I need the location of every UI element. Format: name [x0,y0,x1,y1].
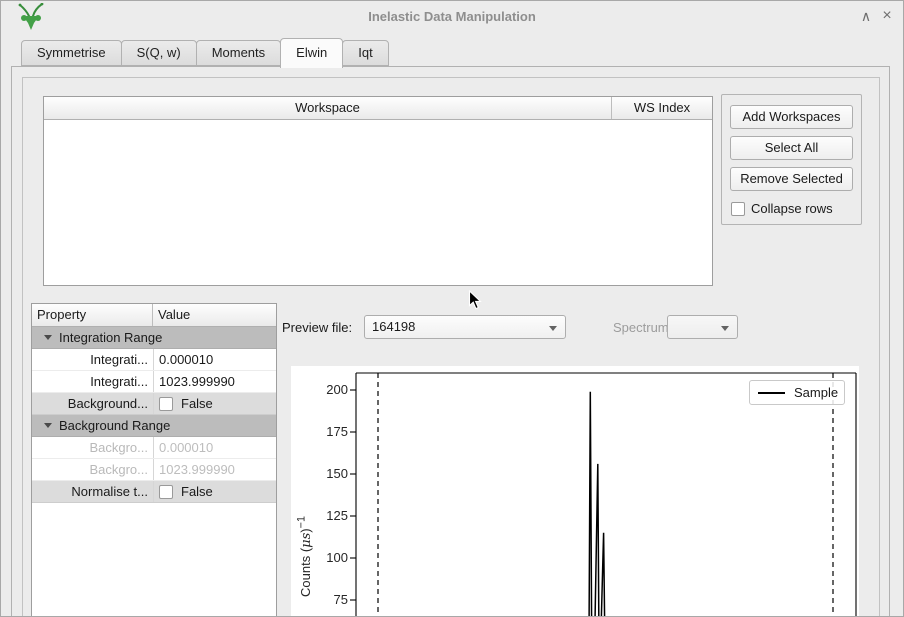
column-header-value: Value [153,304,276,326]
property-group-label: Background Range [59,415,170,436]
property-row[interactable]: Backgro...0.000010 [32,437,276,459]
y-tick-label: 200 [310,382,348,397]
tab-bar: SymmetriseS(Q, w)MomentsElwinIqt [21,39,388,66]
collapse-rows-checkbox[interactable] [731,202,745,216]
y-tick-label: 75 [310,592,348,607]
column-header-ws-index[interactable]: WS Index [612,97,712,119]
tab-moments[interactable]: Moments [196,40,281,66]
app-window: Inelastic Data Manipulation ∧ × Symmetri… [0,0,904,617]
property-value[interactable]: 1023.999990 [153,371,276,392]
tab-symmetrise[interactable]: Symmetrise [21,40,122,66]
y-tick-label: 125 [310,508,348,523]
property-row[interactable]: Background... False [32,393,276,415]
add-workspaces-button[interactable]: Add Workspaces [730,105,853,129]
property-row[interactable]: Normalise t... False [32,481,276,503]
property-value[interactable]: 0.000010 [153,437,276,458]
property-name: Background... [32,393,153,414]
column-header-workspace[interactable]: Workspace [44,97,612,119]
property-tree[interactable]: Property Value Integration RangeIntegrat… [31,303,277,617]
property-name: Normalise t... [32,481,153,502]
property-value[interactable]: 0.000010 [153,349,276,370]
chevron-down-icon [721,326,729,331]
property-row[interactable]: Background Range [32,415,276,437]
property-tree-header: Property Value [32,304,276,327]
tab-s-q-w[interactable]: S(Q, w) [121,40,197,66]
property-row[interactable]: Backgro...1023.999990 [32,459,276,481]
property-name: Backgro... [32,459,153,480]
preview-file-value: 164198 [372,319,415,334]
workspace-table[interactable]: Workspace WS Index [43,96,713,286]
property-rows: Integration RangeIntegrati...0.000010Int… [32,327,276,503]
sample-curve [356,392,856,617]
chevron-down-icon [549,326,557,331]
window-title: Inelastic Data Manipulation [1,9,903,24]
property-name: Integrati... [32,371,153,392]
triangle-down-icon[interactable] [44,335,52,340]
y-tick-label: 100 [310,550,348,565]
spectrum-combobox[interactable] [667,315,738,339]
preview-file-label: Preview file: [282,320,352,335]
mouse-cursor-icon [468,290,483,314]
y-tick-label: 150 [310,466,348,481]
legend-line-sample-icon [758,392,785,394]
workspace-actions-group: Add Workspaces Select All Remove Selecte… [721,94,862,225]
collapse-rows-label: Collapse rows [751,201,833,216]
y-tick-label: 175 [310,424,348,439]
plot-legend: Sample [749,380,845,405]
property-name: Backgro... [32,437,153,458]
property-value[interactable]: False [153,393,276,414]
legend-label-sample: Sample [794,385,838,400]
property-value[interactable]: 1023.999990 [153,459,276,480]
property-group-label: Integration Range [59,327,162,348]
property-row[interactable]: Integrati...1023.999990 [32,371,276,393]
property-row[interactable]: Integrati...0.000010 [32,349,276,371]
boolean-text: False [181,481,213,502]
property-value[interactable]: False [153,481,276,502]
triangle-down-icon[interactable] [44,423,52,428]
property-row[interactable]: Integration Range [32,327,276,349]
boolean-checkbox[interactable] [159,397,173,411]
title-bar[interactable]: Inelastic Data Manipulation ∧ × [1,1,903,33]
spectrum-label: Spectrum: [613,320,672,335]
boolean-checkbox[interactable] [159,485,173,499]
boolean-text: False [181,393,213,414]
property-name: Integrati... [32,349,153,370]
workspace-table-header: Workspace WS Index [44,97,712,120]
tab-elwin[interactable]: Elwin [280,38,343,68]
select-all-button[interactable]: Select All [730,136,853,160]
column-header-property: Property [32,304,153,326]
shade-window-icon[interactable]: ∧ [857,7,875,25]
close-window-icon[interactable]: × [878,7,896,25]
remove-selected-button[interactable]: Remove Selected [730,167,853,191]
collapse-rows-checkbox-row[interactable]: Collapse rows [731,201,833,216]
preview-plot[interactable]: Counts (μs)−1 Sample 20017515012510075 [291,366,859,617]
preview-file-combobox[interactable]: 164198 [364,315,566,339]
tab-iqt[interactable]: Iqt [342,40,388,66]
